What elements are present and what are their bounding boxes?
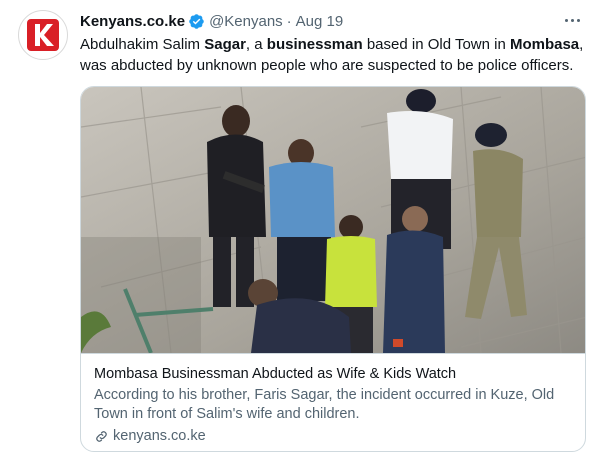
tweet-text-emphasis: Mombasa [509, 36, 580, 53]
author-handle[interactable]: @Kenyans [209, 13, 283, 30]
card-domain[interactable]: kenyans.co.ke [94, 427, 575, 446]
tweet-text-emphasis: businessman [266, 36, 363, 53]
author-name[interactable]: Kenyans.co.ke [80, 13, 185, 30]
tweet-text-emphasis: Sagar [204, 36, 246, 53]
kenyans-logo-icon [27, 19, 59, 51]
link-card[interactable]: Mombasa Businessman Abducted as Wife & K… [80, 86, 586, 452]
tweet-text: Abdulhakim Salim Sagar, a businessman ba… [80, 34, 592, 76]
tweet-text-segment: , a [245, 36, 267, 53]
article-photo[interactable] [81, 87, 586, 353]
card-domain-text: kenyans.co.ke [113, 428, 206, 444]
avatar[interactable] [18, 10, 68, 60]
tweet-date[interactable]: Aug 19 [296, 13, 344, 30]
card-description: According to his brother, Faris Sagar, t… [94, 387, 555, 422]
verified-badge-icon [188, 13, 205, 30]
tweet-header: Kenyans.co.ke @Kenyans · Aug 19 [80, 11, 343, 31]
card-meta[interactable]: Mombasa Businessman Abducted as Wife & K… [81, 353, 585, 451]
tweet-text-segment: Abdulhakim Salim [80, 36, 205, 53]
more-icon[interactable] [560, 10, 584, 30]
separator-dot: · [286, 12, 292, 30]
tweet[interactable]: Kenyans.co.ke @Kenyans · Aug 19 Abdulhak… [0, 0, 608, 456]
tweet-text-segment: based in Old Town in [362, 36, 510, 53]
link-icon [96, 431, 107, 442]
card-title[interactable]: Mombasa Businessman Abducted as Wife & K… [94, 365, 575, 384]
